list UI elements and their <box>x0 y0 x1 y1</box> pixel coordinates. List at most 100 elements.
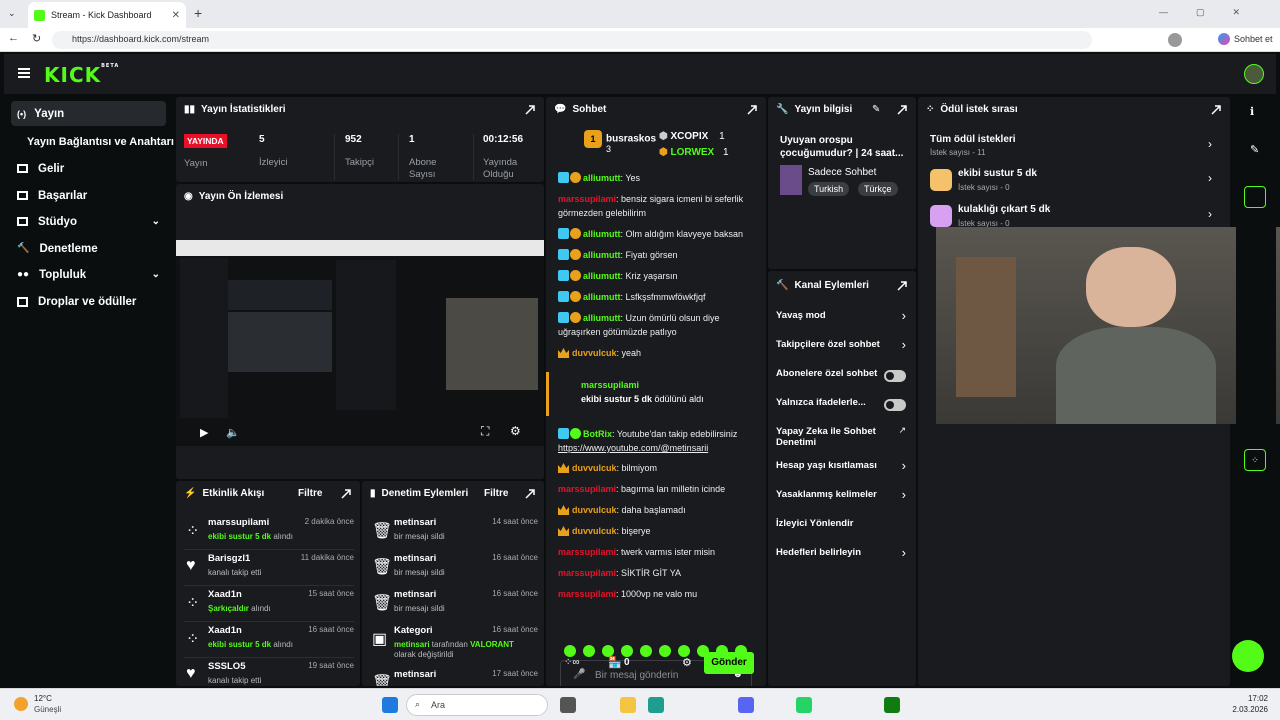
popout-icon[interactable] <box>525 105 535 115</box>
chat-username[interactable]: marssupilami <box>558 589 616 599</box>
volume-icon[interactable]: 🔈 <box>226 426 240 439</box>
reward-name: ekibi sustur 5 dk <box>958 168 1037 179</box>
all-reward-requests[interactable]: Tüm ödül istekleri İstek sayısı - 11 › <box>930 131 1222 165</box>
event-time: 19 saat önce <box>308 661 354 670</box>
url-field[interactable]: https://dashboard.kick.com/stream <box>52 31 1092 49</box>
whatsapp-icon[interactable] <box>796 697 812 713</box>
taskbar-search[interactable]: ⌕ Ara <box>406 694 548 716</box>
chat-username[interactable]: alliumutt <box>583 292 621 302</box>
channel-action-item[interactable]: Hedefleri belirleyin › <box>768 543 916 569</box>
panel-title: Yayın İstatistikleri <box>201 104 286 115</box>
chat-link[interactable]: https://www.youtube.com/@metinsarii <box>558 441 758 455</box>
close-tab-icon[interactable]: ✕ <box>172 10 180 21</box>
channel-action-item[interactable]: Abonelere özel sohbet <box>768 364 916 390</box>
profile-avatar[interactable] <box>1168 33 1182 47</box>
edit-icon[interactable]: ✎ <box>872 104 880 115</box>
channel-action-item[interactable]: Yasaklanmış kelimeler › <box>768 485 916 511</box>
popout-icon[interactable] <box>1211 105 1221 115</box>
popout-icon[interactable] <box>341 489 351 499</box>
chat-username[interactable]: marssupilami <box>558 568 616 578</box>
edit-icon[interactable]: ✎ <box>1250 143 1259 156</box>
clock-time: 17:02 <box>1247 694 1268 703</box>
popout-icon[interactable] <box>897 105 907 115</box>
kick-logo[interactable]: KICKBETA <box>44 63 119 87</box>
chevron-right-icon: › <box>1208 207 1212 221</box>
chat-username[interactable]: BotRix <box>583 429 612 439</box>
chat-username[interactable]: alliumutt <box>583 271 621 281</box>
sidebar-item-community[interactable]: ●● Topluluk ⌄ <box>11 262 166 287</box>
task-view-icon[interactable] <box>560 697 576 713</box>
stat-value: 952 <box>345 134 362 145</box>
channel-action-item[interactable]: Hesap yaşı kısıtlaması › <box>768 456 916 482</box>
browser-tab[interactable]: Stream - Kick Dashboard ✕ <box>28 2 186 28</box>
chat-settings-icon[interactable]: ⚙ <box>682 656 692 669</box>
reward-redeem-message: marssupilami ekibi sustur 5 dk ödülünü al… <box>546 372 766 416</box>
menu-icon[interactable] <box>18 68 30 78</box>
send-button[interactable]: Gönder <box>704 652 754 674</box>
edge-icon[interactable] <box>648 697 664 713</box>
play-icon[interactable]: ▶ <box>200 426 208 439</box>
stat-value: 5 <box>259 134 265 145</box>
tag-chip[interactable]: Turkish <box>808 182 850 196</box>
channel-action-item[interactable]: Yalnızca ifadelerle... <box>768 393 916 419</box>
back-icon[interactable]: ← <box>8 32 19 44</box>
screen-icon[interactable] <box>1244 186 1266 208</box>
tag-chip[interactable]: Türkçe <box>858 182 898 196</box>
discord-icon[interactable] <box>738 697 754 713</box>
user-avatar[interactable] <box>1244 64 1264 84</box>
reward-icon: ⁘ <box>186 631 200 648</box>
chat-username[interactable]: marssupilami <box>558 484 616 494</box>
support-icon[interactable] <box>1232 640 1264 672</box>
chat-username[interactable]: alliumutt <box>583 229 621 239</box>
sidebar-item-studio[interactable]: Stüdyo ⌄ <box>11 209 166 234</box>
reward-name: kulaklığı çıkart 5 dk <box>958 204 1051 215</box>
chat-username[interactable]: duvvulcuk <box>572 348 617 358</box>
copilot-button[interactable]: Sohbet et <box>1218 33 1273 45</box>
fullscreen-icon[interactable]: ⛶ <box>481 424 489 439</box>
chat-username[interactable]: alliumutt <box>583 250 621 260</box>
filter-button[interactable]: Filtre <box>298 488 322 499</box>
reward-icon[interactable]: ⁘ <box>1244 449 1266 471</box>
activity-event: ⁘ Xaad1n 16 saat önce ekibi sustur 5 dk alı… <box>184 622 354 658</box>
popout-icon[interactable] <box>747 105 757 115</box>
toggle-switch[interactable] <box>884 399 906 411</box>
popout-icon[interactable] <box>897 281 907 291</box>
toggle-switch[interactable] <box>884 370 906 382</box>
info-icon[interactable]: ℹ <box>1250 105 1254 118</box>
filter-button[interactable]: Filtre <box>484 488 508 499</box>
file-explorer-icon[interactable] <box>620 697 636 713</box>
sidebar-item-achievements[interactable]: Başarılar <box>11 183 166 208</box>
chat-username[interactable]: duvvulcuk <box>572 505 617 515</box>
chat-message: marssupilami: twerk varmıs ister misin <box>558 547 716 557</box>
channel-action-item[interactable]: Takipçilere özel sohbet › <box>768 335 916 361</box>
sidebar-item-stream[interactable]: (•) Yayın <box>11 101 166 126</box>
reward-item[interactable]: ekibi sustur 5 dk İstek sayısı - 0 › <box>930 165 1222 199</box>
popout-icon[interactable] <box>525 489 535 499</box>
stat-followers: 952 Takipçi <box>334 134 374 180</box>
window-controls[interactable]: —▢✕ <box>1159 7 1268 18</box>
channel-action-item[interactable]: İzleyici Yönlendir <box>768 514 916 540</box>
sidebar-item-moderation[interactable]: 🔨 Denetleme <box>11 236 166 261</box>
xbox-icon[interactable] <box>884 697 900 713</box>
store-icon[interactable]: 🏪 <box>608 656 622 669</box>
chat-username[interactable]: alliumutt <box>583 313 621 323</box>
tab-list-icon[interactable]: ⌄ <box>8 8 16 19</box>
sidebar-item-drops[interactable]: Droplar ve ödüller <box>11 289 166 314</box>
chat-username[interactable]: duvvulcuk <box>572 463 617 473</box>
refresh-icon[interactable]: ↻ <box>32 32 41 45</box>
points-icon[interactable]: ⁘∞ <box>564 657 580 668</box>
channel-action-item[interactable]: Yavaş mod › <box>768 306 916 332</box>
channel-action-item[interactable]: Yapay Zeka ile Sohbet Denetimi ↗ <box>768 422 916 448</box>
chat-text: Lsfkşsfmmwföwkfjqf <box>625 292 706 302</box>
settings-icon[interactable]: ⚙ <box>510 424 521 438</box>
new-tab-icon[interactable]: + <box>194 5 202 21</box>
chat-username[interactable]: marssupilami <box>558 194 616 204</box>
sidebar-item-stream-key[interactable]: Yayın Bağlantısı ve Anahtarı <box>21 129 181 154</box>
sidebar-item-revenue[interactable]: Gelir <box>11 156 166 181</box>
preview-video[interactable]: ▶ 🔈 ⛶ ⚙ <box>176 240 544 446</box>
chat-username[interactable]: duvvulcuk <box>572 526 617 536</box>
start-icon[interactable] <box>382 697 398 713</box>
chat-username[interactable]: alliumutt <box>583 173 621 183</box>
chat-username[interactable]: marssupilami <box>558 547 616 557</box>
event-desc: Şarkıçaldır alındı <box>208 604 271 613</box>
